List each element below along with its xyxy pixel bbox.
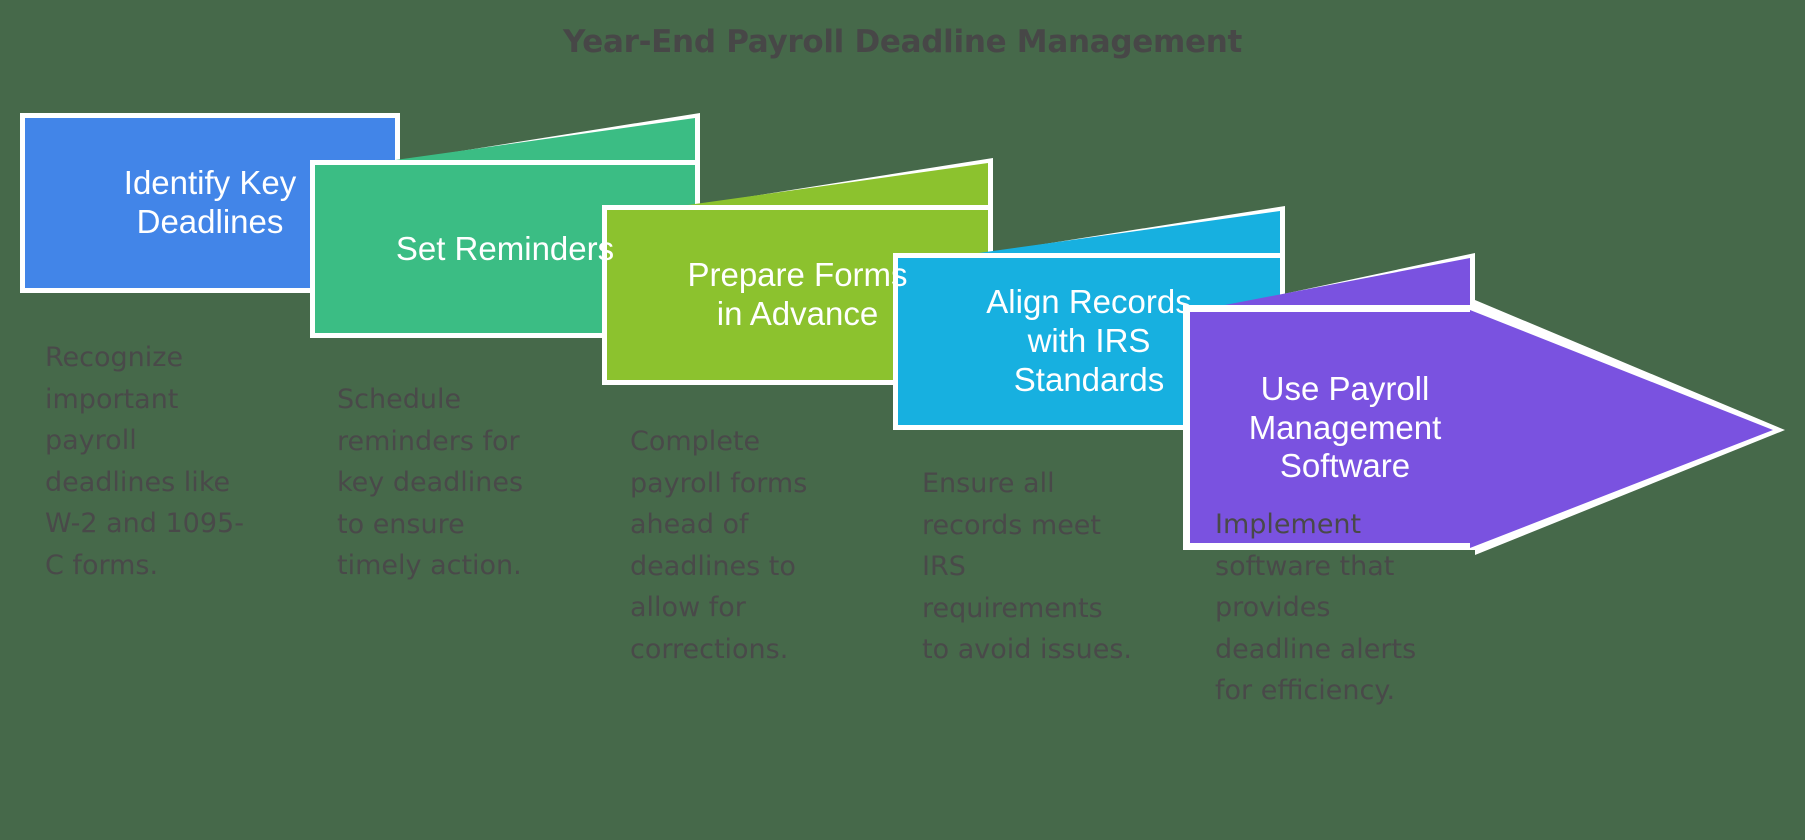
step-4-label: Align Records with IRS Standards [986,283,1192,398]
step-3-label: Prepare Forms in Advance [687,256,908,332]
step-2-label: Set Reminders [395,229,615,267]
step-4-description: Ensure all records meet IRS requirements… [922,468,1132,666]
step-3-description: Complete payroll forms ahead of deadline… [630,426,808,665]
step-5-label: Use Payroll Management Software [1248,369,1442,485]
step-5-description: Implement software that provides deadlin… [1215,509,1417,707]
process-flow-diagram: Identify Key Deadlines Set Reminders Pre… [0,0,1805,840]
step-1-label: Identify Key Deadlines [123,164,297,240]
step-2-description: Schedule reminders for key deadlines to … [337,384,524,582]
step-1-description: Recognize important payroll deadlines li… [45,342,244,581]
